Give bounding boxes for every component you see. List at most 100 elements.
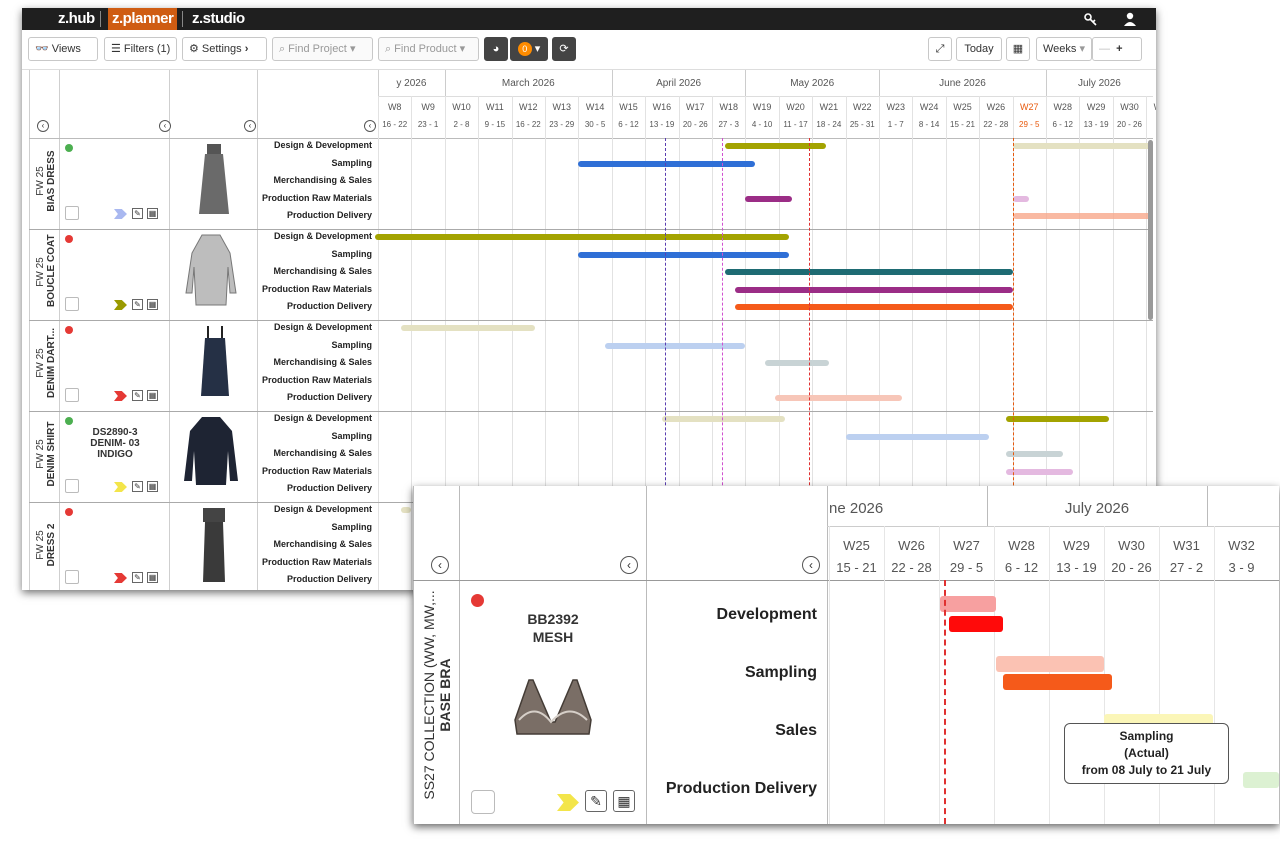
status-dot (65, 508, 73, 516)
collapse-column-button[interactable]: ‹ (159, 120, 171, 132)
timeline-bar[interactable] (1005, 468, 1073, 475)
product-name[interactable]: DENIM DART... (46, 328, 57, 398)
product-thumbnail[interactable] (193, 506, 233, 586)
views-button[interactable]: 👓 Views (28, 37, 98, 61)
timeline-bar[interactable] (1005, 451, 1063, 457)
edit-icon[interactable]: ✎ (132, 299, 143, 310)
filters-button[interactable]: ☰ Filters (1) (104, 37, 177, 61)
product-name[interactable]: BASE BRA (437, 580, 453, 810)
pie-chart-button[interactable]: ◕ (484, 37, 508, 61)
expand-button[interactable]: ⤢ (928, 37, 952, 61)
settings-button[interactable]: ⚙ Settings › (182, 37, 267, 61)
collapse-column-button[interactable]: ‹ (431, 556, 449, 574)
edit-icon[interactable]: ✎ (132, 208, 143, 219)
select-checkbox[interactable] (65, 388, 79, 402)
timeline-bar[interactable] (1012, 195, 1030, 202)
timeline-bar[interactable] (1003, 674, 1112, 690)
collapse-column-button[interactable]: ‹ (620, 556, 638, 574)
zoom-in-button[interactable]: + (1116, 43, 1122, 55)
priority-flag-icon[interactable] (114, 300, 127, 310)
zoom-stepper[interactable]: — + (1092, 37, 1142, 61)
find-product-select[interactable]: ⌕ Find Product ▾ (378, 37, 479, 61)
product-name[interactable]: DRESS 2 (46, 510, 57, 580)
timeline-bar[interactable] (765, 360, 829, 366)
calendar-icon[interactable]: ▦ (147, 208, 158, 219)
timeline-bar[interactable] (996, 656, 1104, 672)
timeline-bar[interactable] (735, 304, 1013, 310)
timeline-bar[interactable] (605, 342, 746, 349)
priority-flag-icon[interactable] (114, 391, 127, 401)
collapse-column-button[interactable]: ‹ (364, 120, 376, 132)
calendar-icon[interactable]: ▦ (613, 790, 635, 812)
collapse-column-button[interactable]: ‹ (37, 120, 49, 132)
calendar-icon[interactable]: ▦ (147, 390, 158, 401)
product-name[interactable]: BOUCLE COAT (46, 234, 57, 307)
timeline-bar[interactable] (1005, 416, 1110, 422)
calendar-button[interactable]: ▦ (1006, 37, 1030, 61)
timeline-bar[interactable] (735, 286, 1013, 293)
timeline-bar[interactable] (725, 269, 1013, 275)
season-label: FW 25 (35, 166, 46, 196)
timeline-bar[interactable] (745, 195, 793, 202)
select-checkbox[interactable] (65, 206, 79, 220)
select-checkbox[interactable] (65, 570, 79, 584)
timeline-bar[interactable] (1012, 143, 1153, 149)
filters-label: Filters (1) (123, 43, 171, 55)
priority-flag-icon[interactable] (114, 573, 127, 583)
edit-icon[interactable]: ✎ (132, 481, 143, 492)
calendar-icon[interactable]: ▦ (147, 481, 158, 492)
timeline-bar[interactable] (1243, 772, 1279, 788)
select-checkbox[interactable] (65, 479, 79, 493)
zoom-out-button[interactable]: — (1099, 43, 1110, 55)
edit-icon[interactable]: ✎ (132, 572, 143, 583)
timeline-bar[interactable] (661, 416, 786, 422)
month-header: July 2026 (1064, 500, 1130, 517)
search-icon: ⌕ (279, 43, 286, 55)
timeline-bar[interactable] (578, 251, 789, 258)
product-thumbnail[interactable] (184, 415, 238, 495)
timeline-bar[interactable] (1012, 213, 1153, 219)
notifications-dropdown[interactable]: 0 ▾ (510, 37, 548, 61)
refresh-button[interactable]: ⟳ (552, 37, 576, 61)
select-checkbox[interactable] (471, 790, 495, 814)
product-name[interactable]: DENIM SHIRT (46, 419, 57, 489)
edit-icon[interactable]: ✎ (585, 790, 607, 812)
timeline-bar[interactable] (775, 395, 903, 401)
user-icon[interactable] (1124, 12, 1136, 26)
collapse-column-button[interactable]: ‹ (802, 556, 820, 574)
stage-label: Production Raw Materials (261, 556, 372, 567)
timeline-bar[interactable] (374, 234, 789, 240)
zoom-scale-select[interactable]: Weeks ▾ (1036, 37, 1092, 61)
zstudio-link[interactable]: z.studio (192, 8, 245, 30)
timeline-bar[interactable] (401, 325, 535, 331)
zhub-link[interactable]: z.hub (58, 8, 95, 30)
timeline-bar[interactable] (401, 507, 412, 513)
product-name[interactable]: BIAS DRESS (46, 146, 57, 216)
timeline-bar[interactable] (725, 143, 826, 149)
select-checkbox[interactable] (65, 297, 79, 311)
product-thumbnail[interactable] (195, 142, 231, 222)
product-thumbnail[interactable] (195, 324, 231, 404)
week-number: W10 (452, 102, 471, 112)
week-dates: 6 - 12 (1052, 120, 1073, 129)
calendar-icon[interactable]: ▦ (147, 572, 158, 583)
priority-flag-icon[interactable] (557, 794, 579, 811)
product-sku: BB2392 MESH (527, 611, 579, 645)
calendar-icon[interactable]: ▦ (147, 299, 158, 310)
find-project-select[interactable]: ⌕ Find Project ▾ (272, 37, 373, 61)
stage-label: Production Raw Materials (261, 465, 372, 476)
timeline-bar[interactable] (940, 596, 996, 612)
timeline-bar[interactable] (949, 616, 1003, 632)
product-thumbnail[interactable] (185, 233, 237, 313)
product-thumbnail[interactable] (511, 676, 595, 746)
key-icon[interactable] (1084, 12, 1098, 26)
scrollbar[interactable] (1148, 140, 1153, 320)
today-button[interactable]: Today (956, 37, 1002, 61)
edit-icon[interactable]: ✎ (132, 390, 143, 401)
priority-flag-icon[interactable] (114, 209, 127, 219)
priority-flag-icon[interactable] (114, 482, 127, 492)
timeline-bar[interactable] (578, 160, 756, 167)
zplanner-link[interactable]: z.planner (108, 8, 178, 30)
timeline-bar[interactable] (845, 433, 990, 440)
collapse-column-button[interactable]: ‹ (244, 120, 256, 132)
